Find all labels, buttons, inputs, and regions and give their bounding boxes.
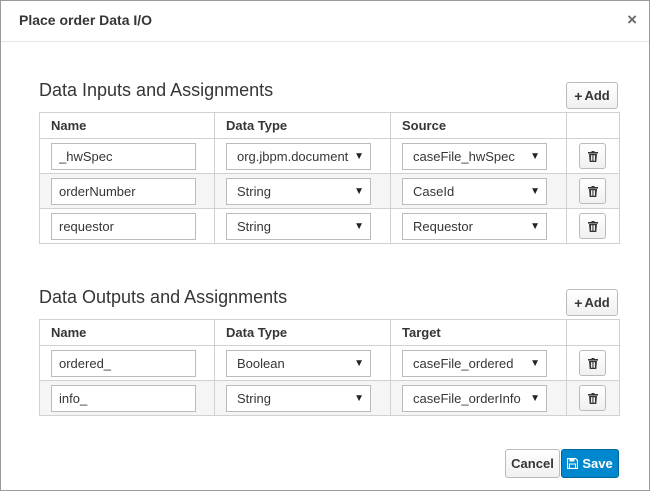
input-name-field[interactable]	[51, 142, 196, 170]
delete-row-button[interactable]	[579, 213, 606, 239]
input-source-select[interactable]: caseFile_hwSpec ▼	[402, 142, 547, 170]
input-data-type-select[interactable]: org.jbpm.document ▼	[226, 142, 371, 170]
floppy-disk-icon	[567, 458, 579, 469]
caret-down-icon: ▼	[354, 357, 364, 369]
column-header-source: Source	[390, 112, 567, 139]
column-header-target: Target	[390, 319, 567, 346]
output-name-field[interactable]	[51, 384, 196, 412]
output-data-type-select[interactable]: Boolean ▼	[226, 349, 371, 377]
output-data-type-select[interactable]: String ▼	[226, 384, 371, 412]
delete-row-button[interactable]	[579, 143, 606, 169]
data-io-dialog: Place order Data I/O × Data Inputs and A…	[0, 0, 650, 491]
add-input-label: Add	[584, 88, 610, 103]
trash-icon	[587, 392, 598, 404]
caret-down-icon: ▼	[354, 220, 364, 232]
trash-icon	[587, 220, 598, 232]
input-data-type-select[interactable]: String ▼	[226, 212, 371, 240]
output-target-select[interactable]: caseFile_ordered ▼	[402, 349, 547, 377]
table-row: String▼ Requestor▼	[39, 208, 620, 244]
caret-down-icon: ▼	[530, 185, 540, 197]
table-row: String▼ CaseId▼	[39, 173, 620, 209]
input-name-field[interactable]	[51, 177, 196, 205]
outputs-table: Name Data Type Target Boolean▼ caseFile_…	[39, 319, 620, 416]
input-source-select[interactable]: CaseId ▼	[402, 177, 547, 205]
dialog-header: Place order Data I/O ×	[1, 1, 649, 42]
trash-icon	[587, 150, 598, 162]
plus-icon: +	[574, 294, 583, 311]
caret-down-icon: ▼	[354, 150, 364, 162]
add-output-label: Add	[584, 295, 610, 310]
inputs-header-row: Name Data Type Source	[39, 112, 620, 139]
save-label: Save	[582, 456, 613, 471]
table-row: Boolean▼ caseFile_ordered▼	[39, 345, 620, 381]
column-header-actions	[566, 319, 620, 346]
column-header-name: Name	[39, 112, 215, 139]
table-row: String▼ caseFile_orderInfo▼	[39, 380, 620, 416]
trash-icon	[587, 185, 598, 197]
outputs-heading: Data Outputs and Assignments	[39, 287, 288, 307]
caret-down-icon: ▼	[354, 185, 364, 197]
input-source-select[interactable]: Requestor ▼	[402, 212, 547, 240]
plus-icon: +	[574, 87, 583, 104]
trash-icon	[587, 357, 598, 369]
table-row: org.jbpm.document▼ caseFile_hwSpec▼	[39, 138, 620, 174]
delete-row-button[interactable]	[579, 350, 606, 376]
output-target-select[interactable]: caseFile_orderInfo ▼	[402, 384, 547, 412]
delete-row-button[interactable]	[579, 178, 606, 204]
caret-down-icon: ▼	[530, 392, 540, 404]
close-icon[interactable]: ×	[627, 10, 637, 30]
output-name-field[interactable]	[51, 349, 196, 377]
column-header-data-type: Data Type	[214, 112, 391, 139]
add-output-button[interactable]: + Add	[566, 289, 618, 316]
input-data-type-select[interactable]: String ▼	[226, 177, 371, 205]
save-button[interactable]: Save	[561, 449, 619, 478]
inputs-heading: Data Inputs and Assignments	[39, 80, 274, 100]
input-name-field[interactable]	[51, 212, 196, 240]
column-header-data-type: Data Type	[214, 319, 391, 346]
caret-down-icon: ▼	[354, 392, 364, 404]
inputs-table: Name Data Type Source org.jbpm.document▼…	[39, 112, 620, 244]
outputs-header-row: Name Data Type Target	[39, 319, 620, 346]
add-input-button[interactable]: + Add	[566, 82, 618, 109]
cancel-button[interactable]: Cancel	[505, 449, 560, 478]
dialog-title: Place order Data I/O	[19, 12, 153, 28]
delete-row-button[interactable]	[579, 385, 606, 411]
column-header-actions	[566, 112, 620, 139]
caret-down-icon: ▼	[530, 220, 540, 232]
caret-down-icon: ▼	[530, 357, 540, 369]
column-header-name: Name	[39, 319, 215, 346]
caret-down-icon: ▼	[530, 150, 540, 162]
